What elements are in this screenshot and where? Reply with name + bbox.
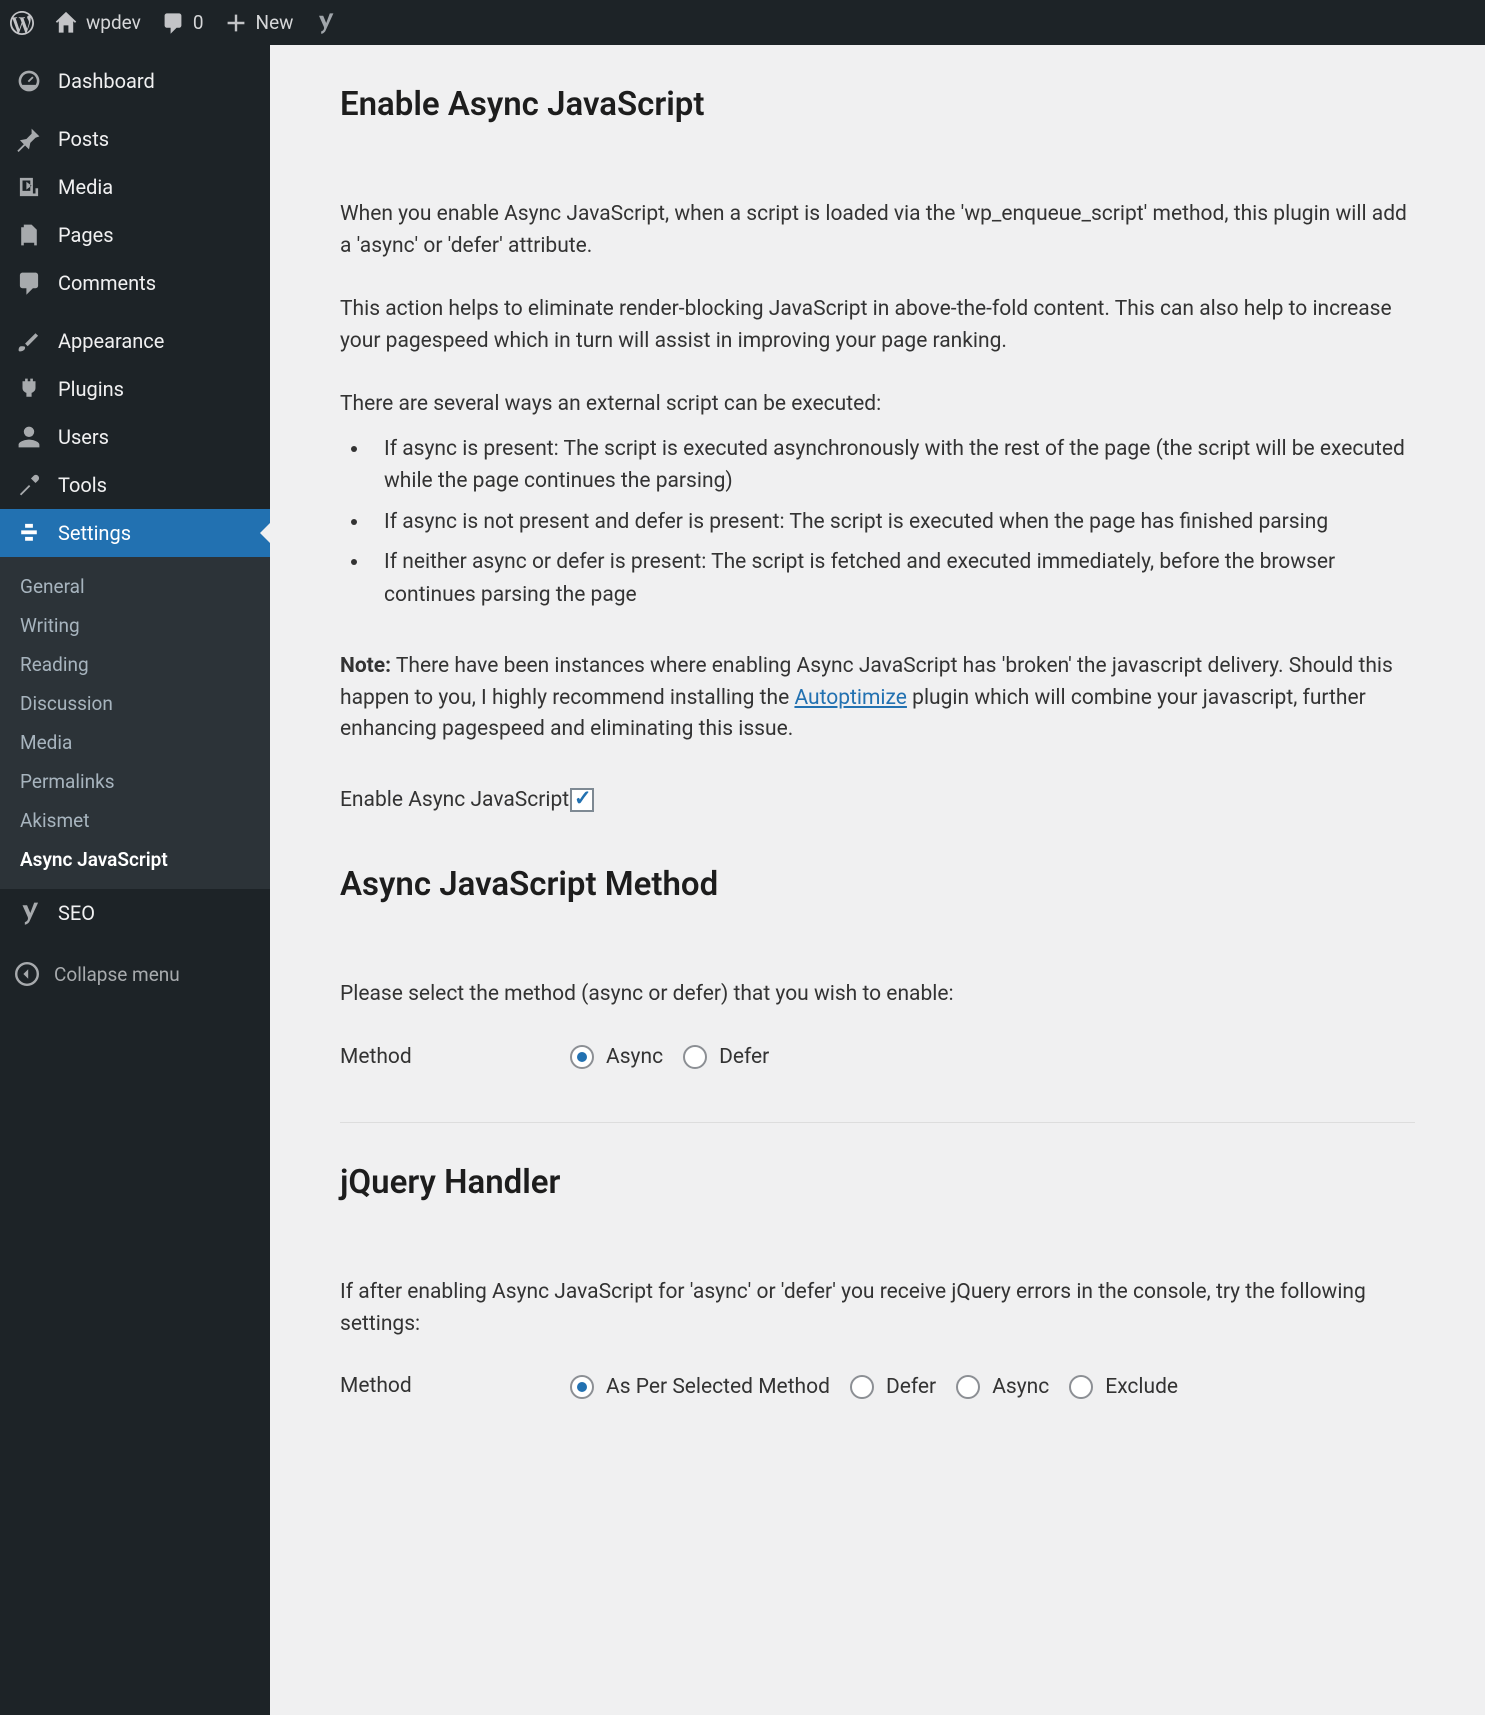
note-label: Note: xyxy=(340,654,391,678)
new-link[interactable]: New xyxy=(224,11,294,35)
plus-icon xyxy=(224,11,248,35)
intro-p2: This action helps to eliminate render-bl… xyxy=(340,294,1415,357)
comments-link[interactable]: 0 xyxy=(161,11,204,35)
note-paragraph: Note: There have been instances where en… xyxy=(340,651,1415,746)
section-heading-jquery: jQuery Handler xyxy=(340,1163,1415,1202)
submenu-general[interactable]: General xyxy=(0,567,270,606)
new-label: New xyxy=(256,11,294,34)
settings-submenu: General Writing Reading Discussion Media… xyxy=(0,557,270,889)
comments-icon xyxy=(16,270,42,296)
method-async-label: Async xyxy=(606,1045,663,1069)
wordpress-logo[interactable] xyxy=(10,11,34,35)
method-p1: Please select the method (async or defer… xyxy=(340,979,1415,1011)
site-link[interactable]: wpdev xyxy=(54,11,141,35)
comment-icon xyxy=(161,11,185,35)
list-item: If async is present: The script is execu… xyxy=(370,433,1415,498)
jq-async-radio[interactable] xyxy=(956,1375,980,1399)
menu-comments[interactable]: Comments xyxy=(0,259,270,307)
pin-icon xyxy=(16,126,42,152)
submenu-discussion[interactable]: Discussion xyxy=(0,684,270,723)
intro-p3: There are several ways an external scrip… xyxy=(340,389,1415,421)
collapse-icon xyxy=(15,962,39,986)
jq-opt4-label: Exclude xyxy=(1105,1375,1178,1399)
pages-icon xyxy=(16,222,42,248)
collapse-menu[interactable]: Collapse menu xyxy=(0,947,270,1001)
jq-asperselected-radio[interactable] xyxy=(570,1375,594,1399)
divider xyxy=(340,1122,1415,1123)
jq-defer-radio[interactable] xyxy=(850,1375,874,1399)
submenu-permalinks[interactable]: Permalinks xyxy=(0,762,270,801)
enable-checkbox[interactable] xyxy=(570,788,594,812)
method-defer-radio[interactable] xyxy=(683,1045,707,1069)
submenu-media[interactable]: Media xyxy=(0,723,270,762)
method-defer-label: Defer xyxy=(719,1045,769,1069)
list-item: If async is not present and defer is pre… xyxy=(370,506,1415,539)
menu-media[interactable]: Media xyxy=(0,163,270,211)
menu-seo[interactable]: SEO xyxy=(0,889,270,937)
content-area: Enable Async JavaScript When you enable … xyxy=(270,45,1485,1715)
menu-posts[interactable]: Posts xyxy=(0,115,270,163)
submenu-akismet[interactable]: Akismet xyxy=(0,801,270,840)
jq-opt1-label: As Per Selected Method xyxy=(606,1375,830,1399)
menu-settings[interactable]: Settings xyxy=(0,509,270,557)
menu-tools[interactable]: Tools xyxy=(0,461,270,509)
section-heading-method: Async JavaScript Method xyxy=(340,865,1415,904)
settings-icon xyxy=(16,520,42,546)
menu-appearance[interactable]: Appearance xyxy=(0,317,270,365)
method-label: Method xyxy=(340,1043,570,1072)
method-async-radio[interactable] xyxy=(570,1045,594,1069)
wrench-icon xyxy=(16,472,42,498)
enable-label: Enable Async JavaScript xyxy=(340,786,570,815)
plugin-icon xyxy=(16,376,42,402)
submenu-reading[interactable]: Reading xyxy=(0,645,270,684)
wordpress-icon xyxy=(10,11,34,35)
menu-dashboard[interactable]: Dashboard xyxy=(0,57,270,105)
script-exec-list: If async is present: The script is execu… xyxy=(340,433,1415,612)
yoast-icon xyxy=(313,11,337,35)
yoast-link[interactable] xyxy=(313,11,337,35)
jquery-p1: If after enabling Async JavaScript for '… xyxy=(340,1277,1415,1340)
jquery-method-label: Method xyxy=(340,1372,570,1401)
admin-bar: wpdev 0 New xyxy=(0,0,1485,45)
list-item: If neither async or defer is present: Th… xyxy=(370,546,1415,611)
home-icon xyxy=(54,11,78,35)
admin-sidebar: Dashboard Posts Media Pages Comments App… xyxy=(0,45,270,1715)
menu-users[interactable]: Users xyxy=(0,413,270,461)
dashboard-icon xyxy=(16,68,42,94)
submenu-writing[interactable]: Writing xyxy=(0,606,270,645)
jq-opt3-label: Async xyxy=(992,1375,1049,1399)
yoast-menu-icon xyxy=(16,900,42,926)
comments-count: 0 xyxy=(193,11,204,34)
brush-icon xyxy=(16,328,42,354)
intro-p1: When you enable Async JavaScript, when a… xyxy=(340,199,1415,262)
site-name: wpdev xyxy=(86,11,141,34)
menu-pages[interactable]: Pages xyxy=(0,211,270,259)
jq-exclude-radio[interactable] xyxy=(1069,1375,1093,1399)
users-icon xyxy=(16,424,42,450)
media-icon xyxy=(16,174,42,200)
autoptimize-link[interactable]: Autoptimize xyxy=(794,686,907,710)
submenu-asyncjs[interactable]: Async JavaScript xyxy=(0,840,270,879)
section-heading-enable: Enable Async JavaScript xyxy=(340,85,1415,124)
menu-plugins[interactable]: Plugins xyxy=(0,365,270,413)
jq-opt2-label: Defer xyxy=(886,1375,936,1399)
